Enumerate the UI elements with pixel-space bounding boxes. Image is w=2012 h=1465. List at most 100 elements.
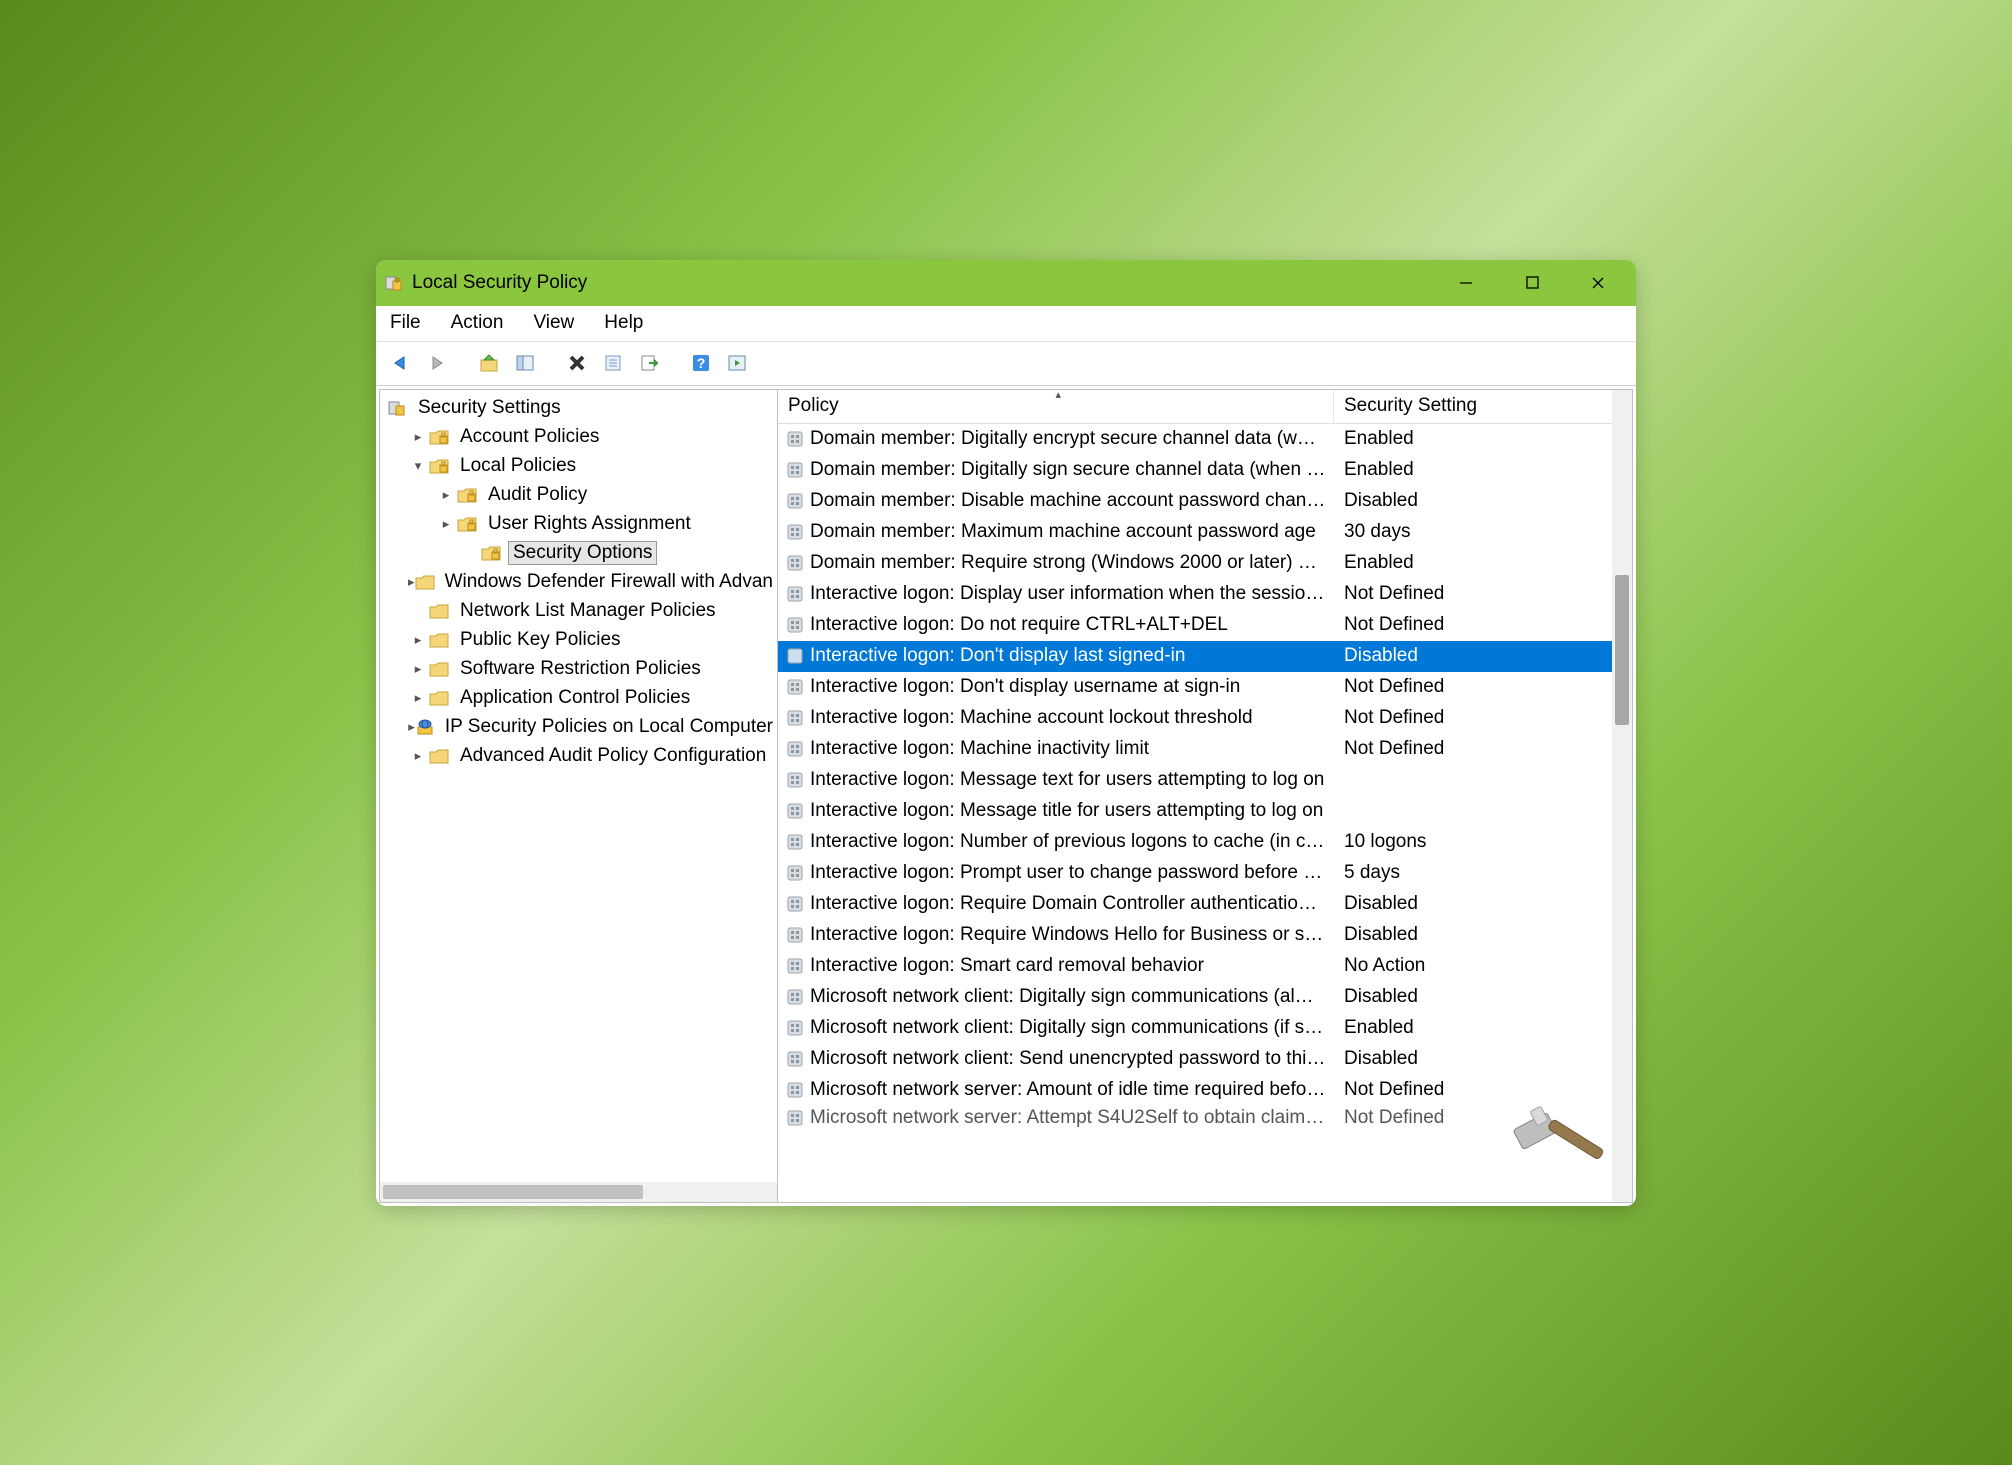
policy-name: Microsoft network server: Attempt S4U2Se… [810,1107,1334,1129]
folder-icon [428,427,450,447]
show-hide-tree-button[interactable] [510,348,540,378]
policy-row[interactable]: Domain member: Maximum machine account p… [778,517,1612,548]
policy-row[interactable]: Domain member: Require strong (Windows 2… [778,548,1612,579]
policy-icon [784,491,806,511]
tree-item-label: Software Restriction Policies [456,658,705,680]
policy-row[interactable]: Microsoft network server: Attempt S4U2Se… [778,1106,1612,1130]
policy-row[interactable]: Interactive logon: Message title for use… [778,796,1612,827]
delete-button[interactable] [562,348,592,378]
policy-row[interactable]: Interactive logon: Machine inactivity li… [778,734,1612,765]
policy-row[interactable]: Interactive logon: Number of previous lo… [778,827,1612,858]
policy-name: Interactive logon: Don't display usernam… [810,676,1334,698]
tree-item[interactable]: ▸ Advanced Audit Policy Configuration [380,742,777,771]
policy-row[interactable]: Microsoft network server: Amount of idle… [778,1075,1612,1106]
policy-setting: Enabled [1334,428,1612,450]
properties-button[interactable] [598,348,628,378]
menu-action[interactable]: Action [447,310,508,336]
help-button[interactable]: ? [686,348,716,378]
chevron-icon[interactable]: ▸ [436,487,456,503]
policy-row[interactable]: Interactive logon: Smart card removal be… [778,951,1612,982]
menu-help[interactable]: Help [600,310,647,336]
policy-row[interactable]: Microsoft network client: Digitally sign… [778,982,1612,1013]
policy-icon [784,801,806,821]
tree-item[interactable]: ▸ Audit Policy [380,481,777,510]
policy-setting: 30 days [1334,521,1612,543]
chevron-icon[interactable]: ▸ [408,690,428,706]
tree-item[interactable]: Network List Manager Policies [380,597,777,626]
sort-indicator-icon: ▴ [1056,388,1062,401]
policy-row[interactable]: Interactive logon: Prompt user to change… [778,858,1612,889]
export-button[interactable] [634,348,664,378]
chevron-icon[interactable]: ▸ [408,661,428,677]
policy-name: Interactive logon: Display user informat… [810,583,1334,605]
policy-row[interactable]: Interactive logon: Do not require CTRL+A… [778,610,1612,641]
list-scroll-thumb[interactable] [1615,575,1629,725]
menu-view[interactable]: View [529,310,578,336]
list-pane: Policy ▴ Security Setting Domain member:… [778,390,1632,1202]
chevron-icon[interactable]: ▸ [436,516,456,532]
policy-setting: Not Defined [1334,583,1612,605]
column-header-policy[interactable]: Policy ▴ [778,390,1334,423]
column-header-setting[interactable]: Security Setting [1334,390,1612,423]
refresh-button[interactable] [722,348,752,378]
tree-root[interactable]: Security Settings [380,394,777,423]
tree-item[interactable]: ▸ Application Control Policies [380,684,777,713]
tree-item[interactable]: Security Options [380,539,777,568]
policy-row[interactable]: Interactive logon: Require Domain Contro… [778,889,1612,920]
policy-row[interactable]: Domain member: Disable machine account p… [778,486,1612,517]
policy-row[interactable]: Interactive logon: Require Windows Hello… [778,920,1612,951]
policy-row[interactable]: Interactive logon: Machine account locko… [778,703,1612,734]
tree-item[interactable]: ▸ Software Restriction Policies [380,655,777,684]
tree-horizontal-scrollbar[interactable] [380,1182,777,1202]
policy-icon [784,863,806,883]
minimize-button[interactable] [1450,267,1482,299]
tree-item[interactable]: ▸Account Policies [380,423,777,452]
policy-icon [784,956,806,976]
back-button[interactable] [386,348,416,378]
tree-item-label: Application Control Policies [456,687,694,709]
up-button[interactable] [474,348,504,378]
policy-name: Domain member: Maximum machine account p… [810,521,1334,543]
tree-item[interactable]: ▾ Local Policies [380,452,777,481]
menu-bar: File Action View Help [376,306,1636,342]
policy-setting: No Action [1334,955,1612,977]
tree-item[interactable]: ▸User Rights Assignment [380,510,777,539]
tree-item-label: Audit Policy [484,484,591,506]
policy-row[interactable]: Microsoft network client: Send unencrypt… [778,1044,1612,1075]
tree-scroll-thumb[interactable] [383,1185,643,1199]
policy-setting: Disabled [1334,490,1612,512]
folder-icon [456,514,478,534]
tree-item[interactable]: ▸Public Key Policies [380,626,777,655]
tree-item[interactable]: ▸IP Security Policies on Local Computer [380,713,777,742]
tree-item-label: Local Policies [456,455,580,477]
chevron-icon[interactable]: ▸ [408,429,428,445]
policy-row[interactable]: Domain member: Digitally sign secure cha… [778,455,1612,486]
column-header-setting-label: Security Setting [1344,395,1477,417]
policy-icon [784,460,806,480]
policy-row[interactable]: Interactive logon: Don't display usernam… [778,672,1612,703]
policy-row[interactable]: Domain member: Digitally encrypt secure … [778,424,1612,455]
policy-icon [784,677,806,697]
policy-setting: Not Defined [1334,1079,1612,1101]
maximize-button[interactable] [1516,267,1548,299]
chevron-icon[interactable]: ▸ [408,748,428,764]
tree-item[interactable]: ▸Windows Defender Firewall with Advan [380,568,777,597]
forward-button[interactable] [422,348,452,378]
chevron-icon[interactable]: ▾ [408,458,428,474]
policy-icon [784,708,806,728]
chevron-icon[interactable]: ▸ [408,719,415,735]
policy-name: Interactive logon: Machine inactivity li… [810,738,1334,760]
folder-icon [456,485,478,505]
tree-item-label: Advanced Audit Policy Configuration [456,745,770,767]
policy-name: Interactive logon: Do not require CTRL+A… [810,614,1334,636]
folder-icon [480,543,502,563]
chevron-icon[interactable]: ▸ [408,632,428,648]
policy-row[interactable]: Interactive logon: Message text for user… [778,765,1612,796]
list-vertical-scrollbar[interactable] [1612,390,1632,1202]
chevron-icon[interactable]: ▸ [408,574,415,590]
menu-file[interactable]: File [386,310,425,336]
policy-row[interactable]: Interactive logon: Don't display last si… [778,641,1612,672]
close-button[interactable] [1582,267,1614,299]
policy-row[interactable]: Microsoft network client: Digitally sign… [778,1013,1612,1044]
policy-row[interactable]: Interactive logon: Display user informat… [778,579,1612,610]
